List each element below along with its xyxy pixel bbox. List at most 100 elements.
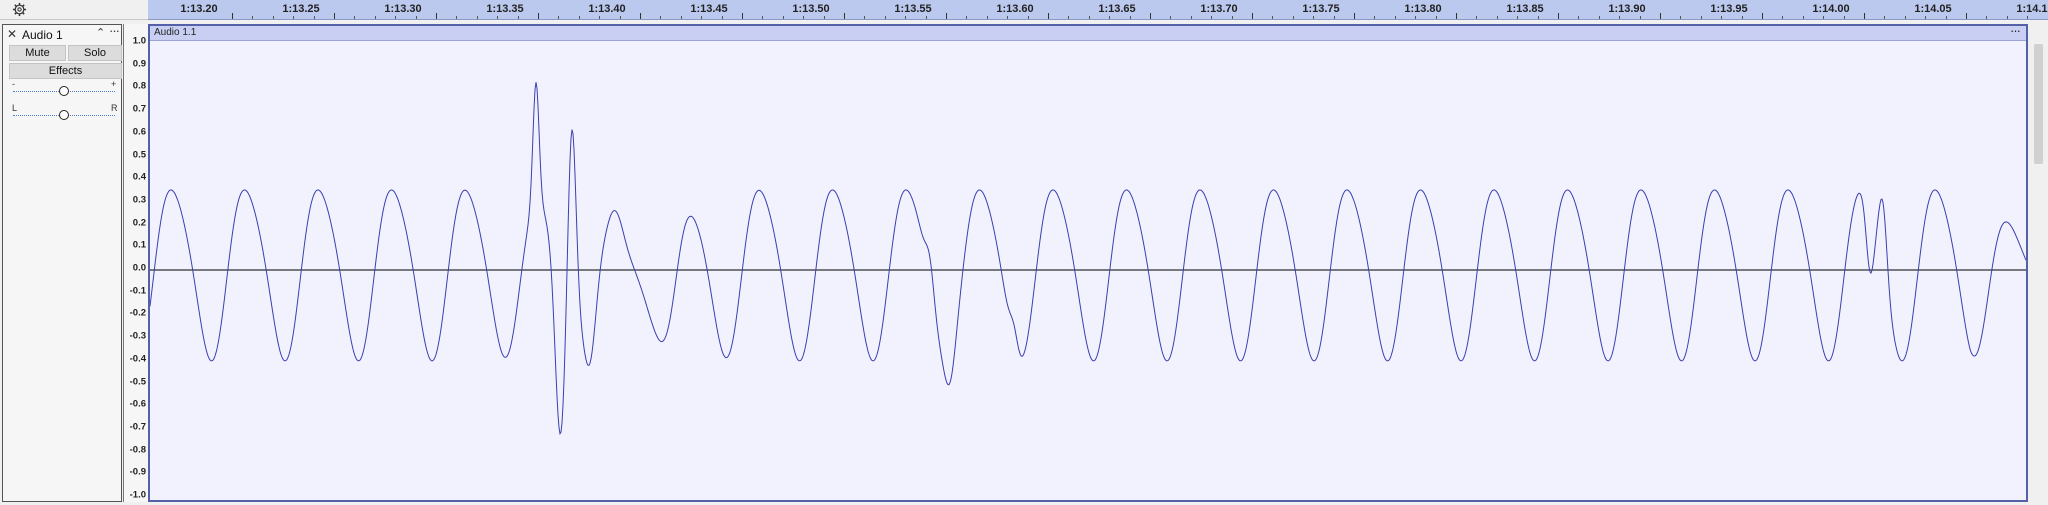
ruler-tick-label: 1:13.45: [690, 3, 728, 15]
ruler-tick-mark: [1048, 13, 1049, 19]
ellipsis-icon[interactable]: ···: [109, 23, 120, 38]
track-name[interactable]: Audio 1: [22, 28, 63, 42]
ruler-minor-tick: [721, 16, 723, 19]
pan-right-label: R: [111, 103, 118, 113]
close-icon[interactable]: ✕: [7, 27, 17, 41]
gain-slider-thumb[interactable]: [59, 86, 69, 96]
effects-button[interactable]: Effects: [9, 63, 122, 79]
ruler-minor-tick: [1823, 16, 1825, 19]
ruler-minor-tick: [1068, 16, 1070, 19]
ruler-tick-label: 1:14.05: [1914, 3, 1952, 15]
ruler-minor-tick: [619, 16, 621, 19]
ruler-minor-tick: [354, 16, 356, 19]
scrollbar-thumb[interactable]: [2034, 44, 2043, 164]
timeline-ruler[interactable]: 1:13.20 1:13.25 1:13.30 1:13.35 1:13.40 1:13.…: [148, 0, 2048, 20]
ruler-minor-tick: [782, 16, 784, 19]
scale-label: -0.4: [129, 353, 146, 365]
ruler-minor-tick: [1190, 16, 1192, 19]
ruler-tick-mark: [640, 13, 641, 19]
ruler-minor-tick: [252, 16, 254, 19]
ruler-tick-label: 1:13.85: [1506, 3, 1544, 15]
pan-slider-thumb[interactable]: [59, 110, 69, 120]
ruler-minor-tick: [395, 16, 397, 19]
ruler-minor-tick: [578, 16, 580, 19]
ruler-minor-tick: [660, 16, 662, 19]
ruler-minor-tick: [1313, 16, 1315, 19]
clip-header[interactable]: Audio 1.1 ···: [150, 23, 2026, 41]
ruler-minor-tick: [2006, 16, 2008, 19]
ruler-minor-tick: [558, 16, 560, 19]
scale-label: 0.5: [132, 149, 146, 160]
ruler-minor-tick: [1741, 16, 1743, 19]
scale-label: -1.0: [129, 489, 146, 501]
ruler-tick-label: 1:13.55: [894, 3, 932, 15]
chevron-up-icon[interactable]: ⌃: [96, 26, 105, 39]
scale-label: 0.1: [132, 239, 146, 251]
gear-icon[interactable]: [12, 2, 27, 17]
ruler-minor-tick: [415, 16, 417, 19]
mute-button[interactable]: Mute: [9, 45, 66, 61]
ruler-tick-label: 1:14.00: [1812, 3, 1850, 15]
ruler-tick-mark: [334, 13, 335, 19]
ruler-tick-label: 1:13.65: [1098, 3, 1136, 15]
ruler-minor-tick: [1170, 16, 1172, 19]
ruler-minor-tick: [701, 16, 703, 19]
ellipsis-icon[interactable]: ···: [2010, 23, 2021, 38]
ruler-minor-tick: [803, 16, 805, 19]
ruler-minor-tick: [884, 16, 886, 19]
ruler-tick-label: 1:13.75: [1302, 3, 1340, 15]
ruler-minor-tick: [1292, 16, 1294, 19]
ruler-minor-tick: [1496, 16, 1498, 19]
ruler-minor-tick: [1027, 16, 1029, 19]
scale-label: -0.9: [129, 466, 146, 478]
ruler-tick-mark: [1150, 13, 1151, 19]
ruler-tick-mark: [232, 13, 233, 19]
ruler-tick-label: 1:13.95: [1710, 3, 1748, 15]
ruler-tick-mark: [1558, 13, 1559, 19]
scale-label: 0.2: [132, 217, 146, 229]
scale-label: -0.2: [129, 307, 146, 319]
scale-label: -0.7: [129, 421, 146, 433]
ruler-tick-mark: [1354, 13, 1355, 19]
clip-name: Audio 1.1: [154, 27, 197, 38]
vertical-scrollbar[interactable]: [2031, 24, 2046, 502]
waveform[interactable]: [150, 40, 2026, 500]
scale-label: 0.3: [132, 194, 146, 206]
ruler-tick-mark: [436, 13, 437, 19]
ruler-minor-tick: [313, 16, 315, 19]
ruler-tick-mark: [1660, 13, 1661, 19]
ruler-tick-mark: [844, 13, 845, 19]
ruler-minor-tick: [1272, 16, 1274, 19]
ruler-minor-tick: [1394, 16, 1396, 19]
scale-label: -0.5: [129, 376, 146, 387]
amplitude-scale[interactable]: 1.0 0.9 0.8 0.7 0.6 0.5 0.4 0.3 0.2 0.1 0.0 -0.1 -0.…: [123, 24, 149, 502]
ruler-minor-tick: [680, 16, 682, 19]
ruler-minor-tick: [476, 16, 478, 19]
ruler-minor-tick: [1884, 16, 1886, 19]
audio-clip[interactable]: Audio 1.1 ···: [148, 23, 2028, 502]
scale-label: 0.6: [132, 126, 146, 138]
scale-label: 0.9: [132, 58, 146, 70]
scale-label: 1.0: [132, 35, 146, 47]
ruler-minor-tick: [1639, 16, 1641, 19]
ruler-minor-tick: [762, 16, 764, 19]
pan-left-label: L: [12, 103, 18, 113]
ruler-minor-tick: [456, 16, 458, 19]
ruler-minor-tick: [823, 16, 825, 19]
ruler-minor-tick: [1007, 16, 1009, 19]
ruler-minor-tick: [1721, 16, 1723, 19]
scale-label: -0.6: [129, 398, 146, 410]
ruler-minor-tick: [497, 16, 499, 19]
ruler-tick-label: 1:14.10: [2016, 3, 2048, 15]
ruler-tick-label: 1:13.35: [486, 3, 524, 15]
ruler-minor-tick: [1904, 16, 1906, 19]
ruler-minor-tick: [925, 16, 927, 19]
gain-minus-label: -: [12, 79, 15, 89]
solo-button[interactable]: Solo: [68, 45, 122, 61]
ruler-minor-tick: [1700, 16, 1702, 19]
ruler-tick-mark: [1252, 13, 1253, 19]
ruler-tick-label: 1:13.80: [1404, 3, 1442, 15]
scale-label: 0.7: [132, 103, 146, 115]
ruler-minor-tick: [905, 16, 907, 19]
ruler-minor-tick: [1598, 16, 1600, 19]
